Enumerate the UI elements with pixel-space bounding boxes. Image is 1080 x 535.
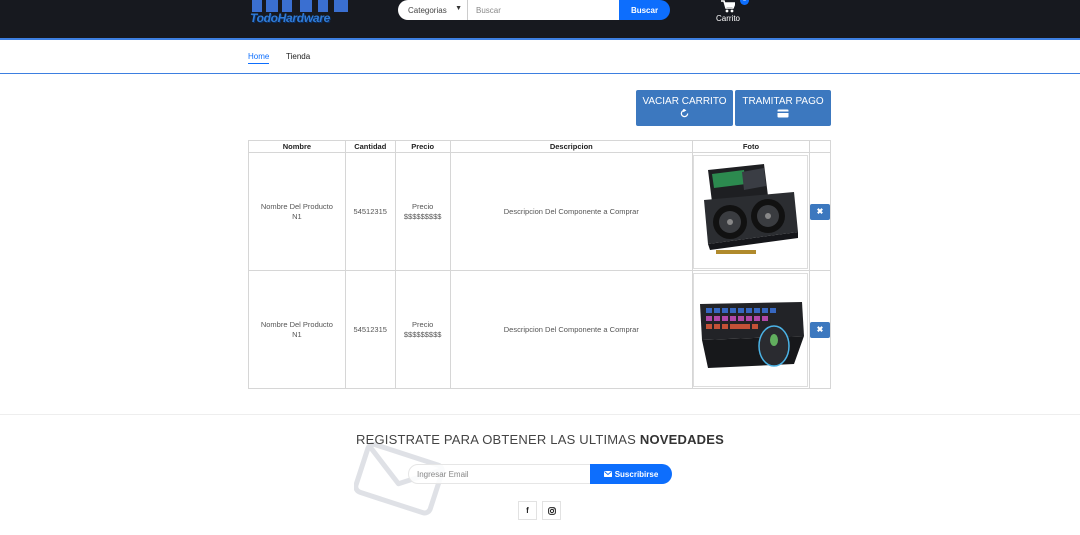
description-cell: Descripcion Del Componente a Comprar bbox=[449, 152, 693, 271]
price-value: $$$$$$$$$ bbox=[403, 211, 442, 221]
product-name: Nombre Del Producto bbox=[260, 319, 333, 329]
delete-cell: ✖ bbox=[808, 152, 832, 271]
graphics-card-image bbox=[704, 163, 799, 254]
product-name-cell: Nombre Del Producto N1 bbox=[248, 152, 346, 271]
quantity-cell: 54512315 bbox=[344, 270, 396, 389]
subscribe-label: Suscribirse bbox=[614, 469, 659, 479]
footer-divider bbox=[0, 414, 1080, 415]
search-placeholder: Buscar bbox=[476, 5, 501, 15]
remove-item-button[interactable]: ✖ bbox=[809, 321, 830, 338]
product-photo-keyboard-mouse bbox=[693, 272, 809, 387]
main-nav: Home Tienda bbox=[0, 42, 1080, 74]
subscribe-button[interactable]: Suscribirse bbox=[590, 464, 672, 484]
checkout-button[interactable]: TRAMITAR PAGO bbox=[735, 90, 831, 126]
instagram-link[interactable] bbox=[542, 501, 561, 520]
column-header-cantidad: Cantidad bbox=[344, 140, 396, 153]
price-value: $$$$$$$$$ bbox=[403, 329, 442, 339]
table-header-row: Nombre Cantidad Precio Descripcion Foto bbox=[248, 140, 832, 153]
empty-cart-label: VACIAR CARRITO bbox=[642, 96, 727, 107]
price-cell: Precio $$$$$$$$$ bbox=[394, 152, 451, 271]
price-label: Precio bbox=[412, 319, 434, 329]
product-name-cell: Nombre Del Producto N1 bbox=[248, 270, 346, 389]
nav-home[interactable]: Home bbox=[248, 52, 270, 64]
quantity-cell: 54512315 bbox=[344, 152, 396, 271]
photo-cell bbox=[691, 270, 810, 389]
checkout-label: TRAMITAR PAGO bbox=[742, 96, 824, 107]
product-name-suffix: N1 bbox=[292, 329, 302, 339]
logo-text: TodoHardware bbox=[250, 11, 330, 25]
credit-card-icon bbox=[777, 109, 789, 118]
column-header-precio: Precio bbox=[394, 140, 451, 153]
site-logo[interactable]: TodoHardware bbox=[250, 0, 352, 30]
description-cell: Descripcion Del Componente a Comprar bbox=[449, 270, 693, 389]
instagram-icon bbox=[547, 507, 556, 515]
chevron-down-icon: ▼ bbox=[455, 5, 462, 12]
cart-icon bbox=[721, 0, 735, 13]
cart-link[interactable]: Carrito 0 bbox=[712, 0, 749, 26]
x-icon: ✖ bbox=[816, 206, 824, 216]
nav-tienda[interactable]: Tienda bbox=[286, 52, 310, 61]
table-row: Nombre Del Producto N1 54512315 Precio $… bbox=[248, 270, 832, 389]
column-header-nombre: Nombre bbox=[248, 140, 346, 153]
delete-cell: ✖ bbox=[808, 270, 832, 389]
facebook-icon: f bbox=[526, 506, 529, 515]
site-header: TodoHardware Categorias ▼ Buscar Buscar … bbox=[0, 0, 1080, 40]
email-placeholder: Ingresar Email bbox=[417, 469, 469, 479]
remove-item-button[interactable]: ✖ bbox=[809, 203, 830, 220]
newsletter-title-prefix: REGISTRATE PARA OBTENER LAS ULTIMAS bbox=[355, 432, 637, 447]
cart-table: Nombre Cantidad Precio Descripcion Foto … bbox=[248, 140, 832, 389]
table-row: Nombre Del Producto N1 54512315 Precio $… bbox=[248, 152, 832, 271]
product-photo-graphics-card bbox=[693, 154, 809, 269]
search-input[interactable]: Buscar bbox=[468, 0, 619, 20]
email-input[interactable]: Ingresar Email bbox=[408, 464, 591, 484]
search-bar: Categorias ▼ Buscar Buscar bbox=[398, 0, 670, 20]
price-label: Precio bbox=[412, 201, 434, 211]
cart-label: Carrito bbox=[715, 14, 740, 23]
search-button[interactable]: Buscar bbox=[619, 0, 670, 20]
newsletter-title-bold: NOVEDADES bbox=[639, 432, 725, 447]
price-cell: Precio $$$$$$$$$ bbox=[394, 270, 451, 389]
facebook-link[interactable]: f bbox=[518, 501, 537, 520]
cart-count-badge: 0 bbox=[740, 0, 749, 5]
category-select-label: Categorias bbox=[408, 5, 447, 15]
column-header-actions bbox=[808, 140, 832, 153]
x-icon: ✖ bbox=[816, 324, 824, 334]
photo-cell bbox=[691, 152, 810, 271]
column-header-foto: Foto bbox=[691, 140, 810, 153]
column-header-descripcion: Descripcion bbox=[449, 140, 693, 153]
category-select[interactable]: Categorias ▼ bbox=[398, 0, 468, 20]
product-name: Nombre Del Producto bbox=[260, 201, 333, 211]
newsletter-title: REGISTRATE PARA OBTENER LAS ULTIMAS NOVE… bbox=[0, 432, 1080, 447]
keyboard-mouse-image bbox=[700, 301, 805, 368]
empty-cart-button[interactable]: VACIAR CARRITO bbox=[636, 90, 733, 126]
refresh-icon bbox=[680, 109, 689, 118]
envelope-small-icon bbox=[603, 471, 612, 477]
product-name-suffix: N1 bbox=[292, 211, 302, 221]
